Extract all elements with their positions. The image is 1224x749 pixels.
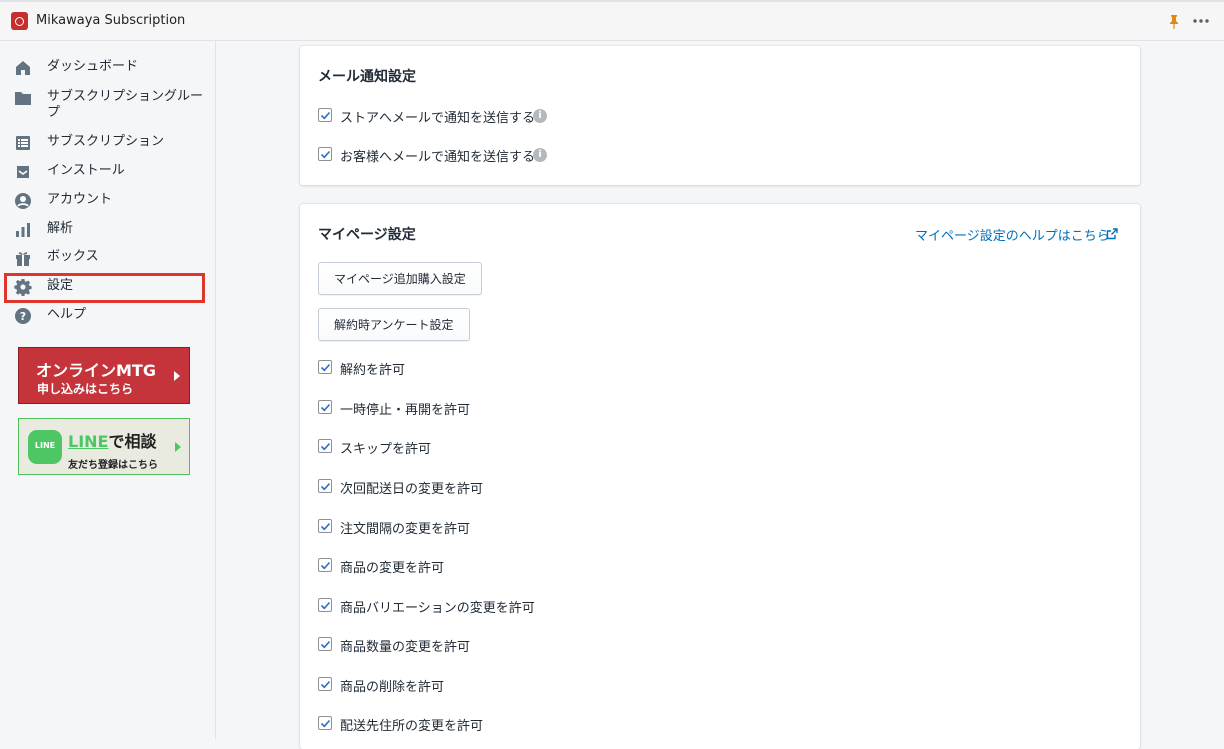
checkbox-label: 注文間隔の変更を許可 bbox=[340, 522, 471, 537]
sidebar-item-dashboard[interactable]: ダッシュボード bbox=[0, 55, 216, 81]
sidebar-item-label: ボックス bbox=[47, 249, 99, 264]
sidebar-item-subscriptions[interactable]: サブスクリプション bbox=[0, 130, 216, 156]
sidebar-item-label: ダッシュボード bbox=[47, 59, 139, 74]
sidebar-item-help[interactable]: ? ヘルプ bbox=[0, 303, 216, 329]
info-icon[interactable]: i bbox=[533, 109, 547, 123]
top-bar: Mikawaya Subscription bbox=[0, 0, 1224, 41]
app-title: Mikawaya Subscription bbox=[36, 13, 186, 28]
svg-text:?: ? bbox=[20, 310, 26, 323]
allow-product-delete-checkbox-row[interactable]: 商品の削除を許可 bbox=[318, 675, 618, 695]
analytics-icon bbox=[16, 223, 30, 237]
user-icon bbox=[15, 193, 31, 209]
checkbox[interactable] bbox=[318, 147, 332, 161]
customer-email-checkbox-row[interactable]: お客様へメールで通知を送信する i bbox=[318, 145, 558, 165]
allow-skip-checkbox-row[interactable]: スキップを許可 bbox=[318, 437, 618, 457]
sidebar-item-label: アカウント bbox=[47, 192, 113, 207]
allow-quantity-change-checkbox-row[interactable]: 商品数量の変更を許可 bbox=[318, 635, 618, 655]
banner-mtg-subtitle: 申し込みはこちら bbox=[37, 382, 134, 396]
banner-line-subtitle: 友だち登録はこちら bbox=[68, 460, 158, 471]
gift-icon bbox=[16, 252, 30, 266]
checkbox-label: 解約を許可 bbox=[340, 363, 406, 378]
banner-mtg-title: オンラインMTG bbox=[36, 361, 156, 380]
checkbox-label: 一時停止・再開を許可 bbox=[340, 403, 471, 418]
checkbox[interactable] bbox=[318, 479, 332, 493]
external-link-icon[interactable] bbox=[1106, 228, 1118, 240]
checkbox[interactable] bbox=[318, 400, 332, 414]
card-title: メール通知設定 bbox=[318, 69, 416, 85]
email-settings-card: メール通知設定 ストアへメールで通知を送信する i お客様へメールで通知を送信す… bbox=[300, 46, 1140, 185]
checkbox-label: 配送先住所の変更を許可 bbox=[340, 719, 484, 734]
sidebar-item-account[interactable]: アカウント bbox=[0, 188, 216, 214]
allow-pause-resume-checkbox-row[interactable]: 一時停止・再開を許可 bbox=[318, 398, 618, 418]
checkbox[interactable] bbox=[318, 598, 332, 612]
line-consult-banner[interactable]: LINE LINEで相談 友だち登録はこちら bbox=[18, 418, 190, 475]
card-title: マイページ設定 bbox=[318, 227, 416, 243]
banner-line-title: LINEで相談 bbox=[68, 432, 157, 451]
store-email-checkbox-row[interactable]: ストアへメールで通知を送信する i bbox=[318, 106, 558, 126]
info-icon[interactable]: i bbox=[533, 148, 547, 162]
checkbox[interactable] bbox=[318, 716, 332, 730]
checkbox-label: 商品の削除を許可 bbox=[340, 680, 445, 695]
sidebar-item-label: サブスクリプション bbox=[47, 134, 165, 149]
checkbox[interactable] bbox=[318, 558, 332, 572]
checkbox[interactable] bbox=[318, 637, 332, 651]
checkbox-label: スキップを許可 bbox=[340, 442, 432, 457]
list-icon bbox=[16, 136, 30, 150]
sidebar-item-label: 解析 bbox=[47, 221, 74, 236]
arrow-right-icon bbox=[174, 371, 180, 381]
additional-purchase-settings-button[interactable]: マイページ追加購入設定 bbox=[318, 262, 482, 295]
allow-next-delivery-change-checkbox-row[interactable]: 次回配送日の変更を許可 bbox=[318, 477, 618, 497]
sidebar-item-analytics[interactable]: 解析 bbox=[0, 217, 216, 243]
allow-interval-change-checkbox-row[interactable]: 注文間隔の変更を許可 bbox=[318, 517, 618, 537]
arrow-right-icon bbox=[175, 442, 181, 452]
checkbox-label: お客様へメールで通知を送信する bbox=[340, 150, 536, 165]
home-icon bbox=[16, 61, 30, 75]
checkbox-label: 商品の変更を許可 bbox=[340, 561, 445, 576]
line-logo-icon: LINE bbox=[28, 430, 62, 464]
cancellation-survey-settings-button[interactable]: 解約時アンケート設定 bbox=[318, 308, 470, 341]
inbox-icon bbox=[17, 166, 29, 178]
checkbox-label: 次回配送日の変更を許可 bbox=[340, 482, 484, 497]
checkbox[interactable] bbox=[318, 108, 332, 122]
mypage-settings-card: マイページ設定 マイページ設定のヘルプはこちら マイページ追加購入設定 解約時ア… bbox=[300, 204, 1140, 749]
sidebar-item-label: インストール bbox=[47, 163, 125, 178]
checkbox[interactable] bbox=[318, 439, 332, 453]
checkbox[interactable] bbox=[318, 677, 332, 691]
sidebar-item-subscription-groups[interactable]: サブスクリプショングループ bbox=[0, 85, 216, 121]
allow-product-change-checkbox-row[interactable]: 商品の変更を許可 bbox=[318, 556, 618, 576]
checkbox[interactable] bbox=[318, 519, 332, 533]
allow-variant-change-checkbox-row[interactable]: 商品バリエーションの変更を許可 bbox=[318, 596, 618, 616]
allow-cancel-checkbox-row[interactable]: 解約を許可 bbox=[318, 358, 618, 378]
checkbox[interactable] bbox=[318, 360, 332, 374]
folder-icon bbox=[15, 92, 31, 105]
checkbox-label: 商品数量の変更を許可 bbox=[340, 640, 471, 655]
sidebar: ダッシュボード サブスクリプショングループ サブスクリプション インストール ア… bbox=[0, 41, 216, 739]
sidebar-item-install[interactable]: インストール bbox=[0, 159, 216, 185]
checkbox-label: 商品バリエーションの変更を許可 bbox=[340, 601, 535, 616]
sidebar-item-box[interactable]: ボックス bbox=[0, 245, 216, 271]
allow-address-change-checkbox-row[interactable]: 配送先住所の変更を許可 bbox=[318, 714, 618, 734]
online-mtg-banner[interactable]: オンラインMTG 申し込みはこちら bbox=[18, 347, 190, 404]
mypage-help-link[interactable]: マイページ設定のヘルプはこちら bbox=[915, 225, 1110, 244]
app-logo-icon bbox=[11, 12, 28, 30]
sidebar-item-label: サブスクリプショングループ bbox=[47, 89, 204, 120]
more-options-icon[interactable] bbox=[1192, 14, 1210, 28]
checkbox-label: ストアへメールで通知を送信する bbox=[340, 111, 536, 126]
settings-highlight-box bbox=[4, 273, 205, 303]
sidebar-item-label: ヘルプ bbox=[47, 307, 87, 322]
pin-icon[interactable] bbox=[1168, 14, 1180, 29]
help-icon: ? bbox=[15, 308, 31, 324]
